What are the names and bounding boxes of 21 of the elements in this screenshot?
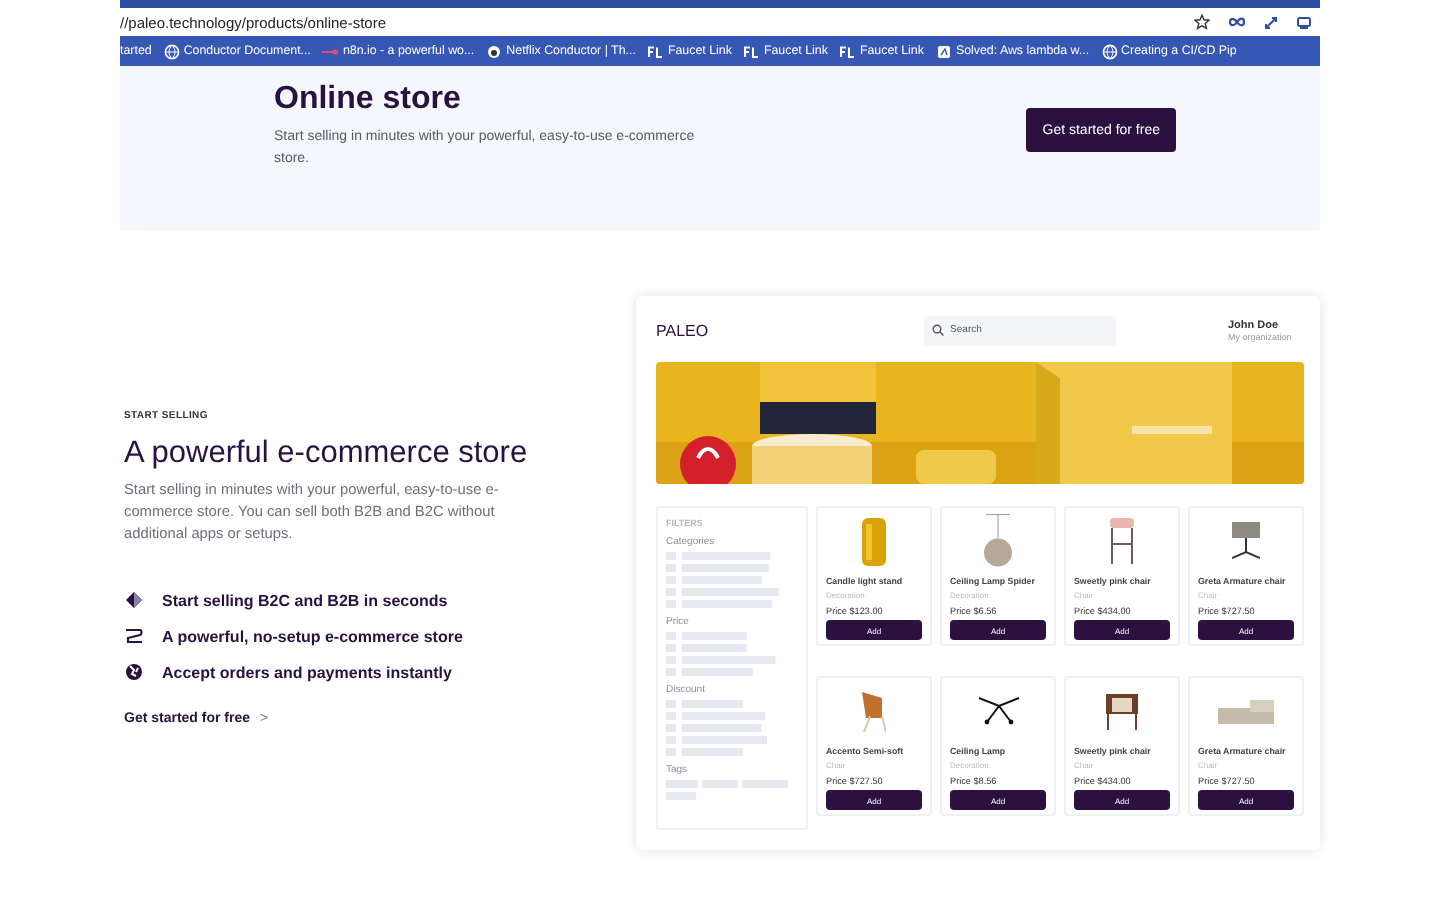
skeleton-list-drawing [666,552,782,608]
feature-text: Start selling B2C and B2B in seconds [162,591,448,609]
feature-text: Accept orders and payments instantly [162,663,452,681]
cube-icon [124,590,144,610]
extension-icon[interactable] [1296,15,1312,29]
expand-icon[interactable] [1264,15,1278,29]
globe-icon [163,43,180,59]
feature-text: A powerful, no-setup e-commerce store [162,627,463,645]
search-icon [932,324,945,336]
section-title: A powerful e-commerce store [124,436,530,472]
page-title: Online store [274,82,463,118]
infinity-icon[interactable] [1228,16,1246,28]
stripes-icon [124,626,144,646]
star-icon[interactable] [1194,14,1210,30]
fl-icon [743,45,760,57]
fl-icon [839,45,856,57]
fl-icon [647,45,664,57]
skeleton-list-drawing [666,632,782,676]
globe-icon [1101,43,1118,59]
globe-icon [124,662,144,682]
brand-logo: PALEO [656,321,709,339]
